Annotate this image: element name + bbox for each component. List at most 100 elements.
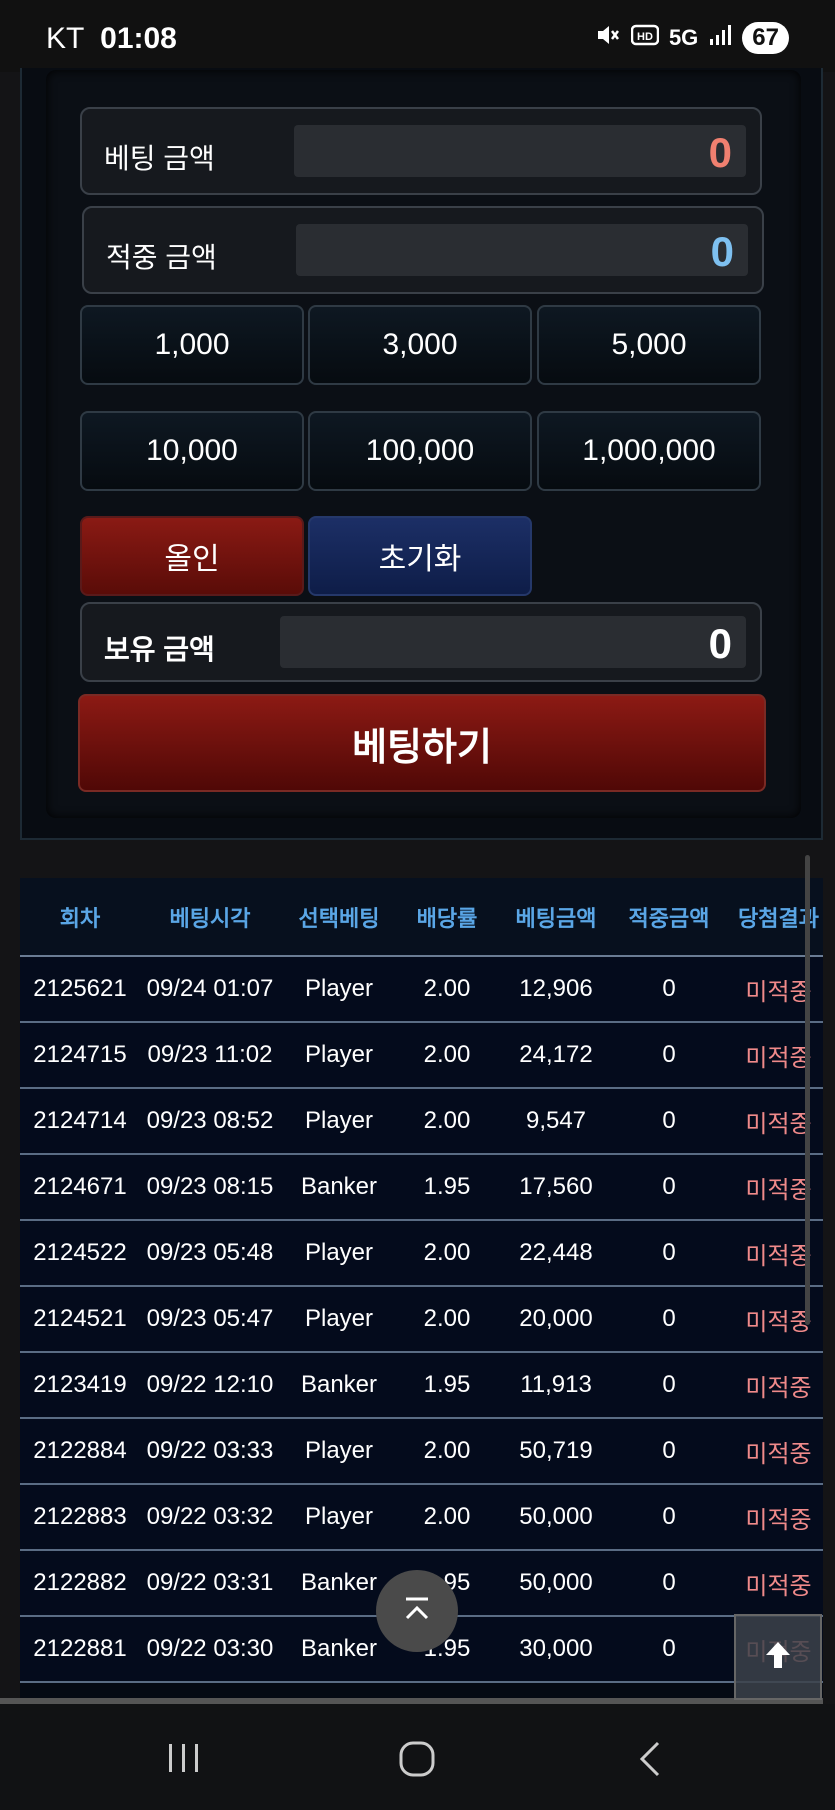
- home-button[interactable]: [398, 1740, 436, 1783]
- win-amount-cell: 0: [616, 1022, 722, 1089]
- table-row[interactable]: 2122884 09/22 03:33 Player 2.00 50,719 0 미적중: [20, 1418, 823, 1485]
- column-header-round: 회차: [20, 878, 140, 957]
- bet-amount-cell: 50,000: [496, 1484, 616, 1551]
- table-scrollbar[interactable]: [805, 855, 810, 1325]
- odds-cell: 2.00: [398, 1022, 496, 1089]
- bet-amount-value: 0: [708, 129, 732, 176]
- win-amount-cell: 0: [616, 1616, 722, 1683]
- round-cell: 2122884: [20, 1418, 140, 1485]
- bet-amount-cell: 50,000: [496, 1550, 616, 1617]
- bet-time-cell: 09/23 11:02: [140, 1022, 280, 1089]
- column-header-bet-time: 베팅시각: [140, 878, 280, 957]
- all-in-button[interactable]: 올인: [80, 516, 304, 596]
- arrow-up-icon: [761, 1638, 795, 1677]
- back-chevron-icon: [636, 1741, 666, 1782]
- selection-cell: Player: [280, 1418, 398, 1485]
- bet-amount-cell: 20,000: [496, 1286, 616, 1353]
- table-row[interactable]: 2124522 09/23 05:48 Player 2.00 22,448 0 미적중: [20, 1220, 823, 1287]
- bet-time-cell: 09/22 03:32: [140, 1484, 280, 1551]
- round-cell: 2124714: [20, 1088, 140, 1155]
- round-cell: 2125621: [20, 956, 140, 1023]
- place-bet-button[interactable]: 베팅하기: [78, 694, 766, 792]
- system-nav-bar: [0, 1704, 835, 1810]
- column-header-selection: 선택베팅: [280, 878, 398, 957]
- round-cell: 2122882: [20, 1550, 140, 1617]
- recent-apps-button[interactable]: [166, 1740, 202, 1781]
- hd-icon: HD: [630, 23, 660, 53]
- win-amount-cell: 0: [616, 1154, 722, 1221]
- win-amount-cell: 0: [616, 956, 722, 1023]
- selection-cell: Banker: [280, 1352, 398, 1419]
- table-header-row: 회차 베팅시각 선택베팅 배당률 베팅금액 적중금액 당첨결과: [20, 878, 823, 957]
- status-carrier: KT 01:08: [46, 22, 177, 56]
- chip-100000-button[interactable]: 100,000: [308, 411, 532, 491]
- svg-text:HD: HD: [637, 31, 653, 43]
- bet-amount-cell: 17,560: [496, 1154, 616, 1221]
- table-row[interactable]: 2125621 09/24 01:07 Player 2.00 12,906 0 미적중: [20, 956, 823, 1023]
- odds-cell: 2.00: [398, 1220, 496, 1287]
- chip-1000000-button[interactable]: 1,000,000: [537, 411, 761, 491]
- bet-amount-label: 베팅 금액: [104, 143, 215, 174]
- chip-10000-button[interactable]: 10,000: [80, 411, 304, 491]
- mute-icon: [595, 22, 621, 54]
- selection-cell: Player: [280, 1088, 398, 1155]
- chip-5000-button[interactable]: 5,000: [537, 305, 761, 385]
- bet-amount-cell: 22,448: [496, 1220, 616, 1287]
- bet-amount-cell: 9,547: [496, 1088, 616, 1155]
- bet-time-cell: 09/24 01:07: [140, 956, 280, 1023]
- win-amount-cell: 0: [616, 1484, 722, 1551]
- win-amount-cell: 0: [616, 1550, 722, 1617]
- win-amount-cell: 0: [616, 1088, 722, 1155]
- balance-value: 0: [708, 620, 732, 667]
- selection-cell: Player: [280, 1220, 398, 1287]
- double-chevron-up-icon: [400, 1592, 434, 1631]
- 5g-icon: 5G: [668, 25, 699, 50]
- selection-cell: Player: [280, 1286, 398, 1353]
- table-row[interactable]: 2123419 09/22 12:10 Banker 1.95 11,913 0 미적중: [20, 1352, 823, 1419]
- bet-time-cell: 09/22 03:30: [140, 1616, 280, 1683]
- selection-cell: Player: [280, 956, 398, 1023]
- result-cell: 미적중: [722, 1418, 823, 1485]
- win-amount-cell: 0: [616, 1286, 722, 1353]
- round-cell: 2124522: [20, 1220, 140, 1287]
- reset-button[interactable]: 초기화: [308, 516, 532, 596]
- balance-row: 보유 금액 0: [80, 602, 762, 682]
- table-row[interactable]: 2124714 09/23 08:52 Player 2.00 9,547 0 미적중: [20, 1088, 823, 1155]
- round-cell: 2123419: [20, 1352, 140, 1419]
- bet-amount-cell: 30,000: [496, 1616, 616, 1683]
- back-button[interactable]: [636, 1740, 666, 1783]
- chip-1000-button[interactable]: 1,000: [80, 305, 304, 385]
- result-cell: 미적중: [722, 1352, 823, 1419]
- bet-amount-cell: 12,906: [496, 956, 616, 1023]
- table-row[interactable]: 2122883 09/22 03:32 Player 2.00 50,000 0 미적중: [20, 1484, 823, 1551]
- table-row[interactable]: 2124715 09/23 11:02 Player 2.00 24,172 0 미적중: [20, 1022, 823, 1089]
- table-row[interactable]: 2124521 09/23 05:47 Player 2.00 20,000 0 미적중: [20, 1286, 823, 1353]
- column-header-bet-amount: 베팅금액: [496, 878, 616, 957]
- bet-amount-cell: 11,913: [496, 1352, 616, 1419]
- battery-indicator: 67: [742, 22, 789, 54]
- odds-cell: 2.00: [398, 1088, 496, 1155]
- back-to-top-button[interactable]: [734, 1614, 822, 1700]
- selection-cell: Banker: [280, 1154, 398, 1221]
- odds-cell: 2.00: [398, 1286, 496, 1353]
- bet-time-cell: 09/23 05:48: [140, 1220, 280, 1287]
- bet-amount-field: 0: [294, 125, 746, 177]
- odds-cell: 2.00: [398, 1484, 496, 1551]
- round-cell: 2124521: [20, 1286, 140, 1353]
- win-amount-row: 적중 금액 0: [82, 206, 764, 294]
- bet-amount-cell: 50,719: [496, 1418, 616, 1485]
- win-amount-field: 0: [296, 224, 748, 276]
- scroll-to-top-button[interactable]: [376, 1570, 458, 1652]
- win-amount-cell: 0: [616, 1418, 722, 1485]
- odds-cell: 2.00: [398, 956, 496, 1023]
- win-amount-value: 0: [710, 228, 734, 275]
- round-cell: 2122881: [20, 1616, 140, 1683]
- result-cell: 미적중: [722, 1550, 823, 1617]
- round-cell: 2122883: [20, 1484, 140, 1551]
- selection-cell: Player: [280, 1484, 398, 1551]
- round-cell: 2124671: [20, 1154, 140, 1221]
- result-cell: 미적중: [722, 1484, 823, 1551]
- chip-3000-button[interactable]: 3,000: [308, 305, 532, 385]
- table-row[interactable]: 2124671 09/23 08:15 Banker 1.95 17,560 0 미적중: [20, 1154, 823, 1221]
- bet-time-cell: 09/22 03:31: [140, 1550, 280, 1617]
